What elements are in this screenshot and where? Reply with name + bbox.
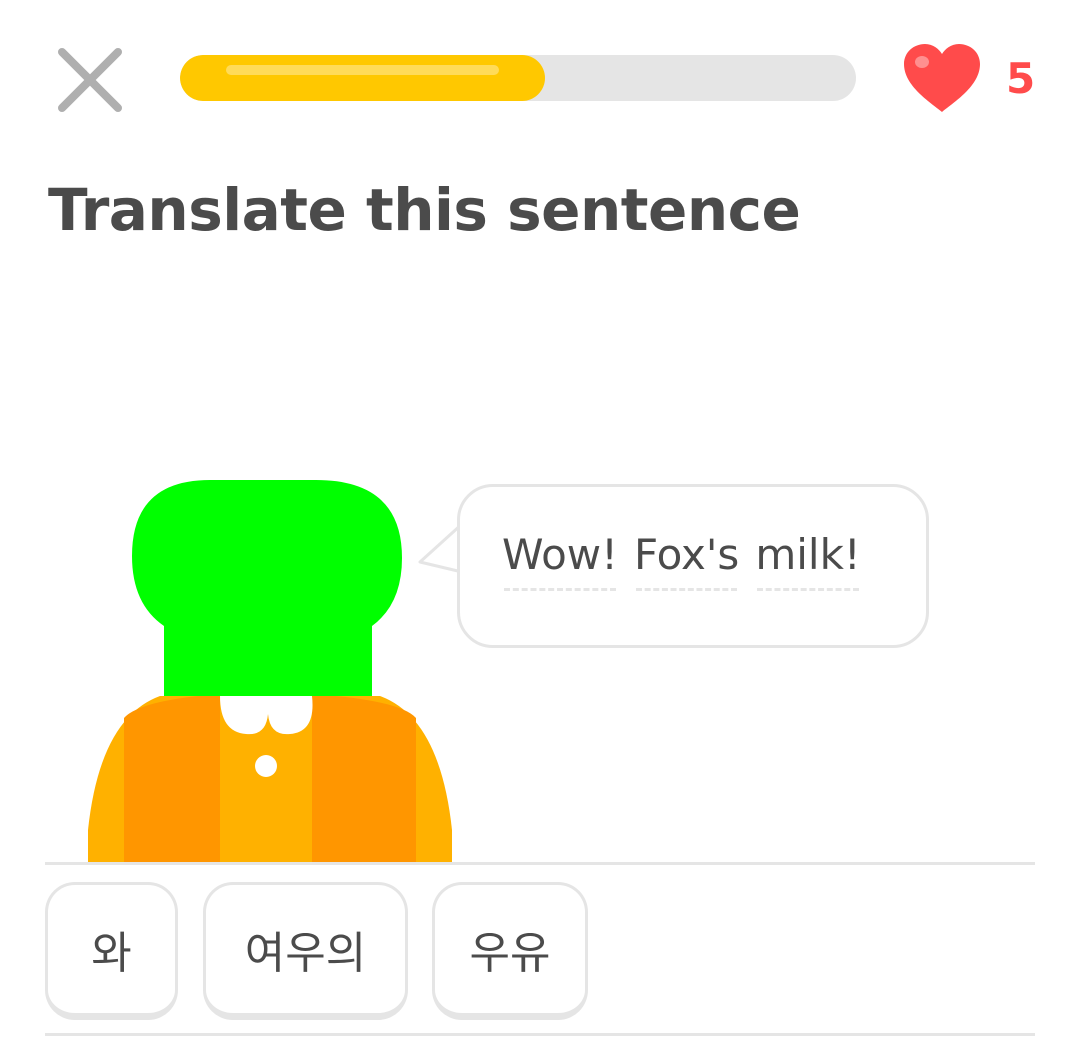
progress-shine: [226, 65, 500, 75]
hearts-count: 5: [1006, 53, 1036, 103]
sentence-to-translate: Wow! Fox's milk!: [502, 530, 861, 591]
word-tile[interactable]: 여우의: [203, 882, 408, 1020]
lesson-progress-bar: [180, 55, 856, 101]
answer-line: [45, 1033, 1035, 1036]
close-button[interactable]: [52, 42, 128, 118]
hearts-counter[interactable]: 5: [900, 40, 1035, 116]
word-tile[interactable]: 와: [45, 882, 178, 1020]
answer-line: [45, 862, 1035, 865]
close-icon: [58, 48, 122, 112]
hint-word-foxs[interactable]: Fox's: [634, 530, 739, 591]
word-tile[interactable]: 우유: [432, 882, 588, 1020]
page-title: Translate this sentence: [48, 176, 801, 244]
hint-word-milk[interactable]: milk!: [755, 530, 861, 591]
character-illustration: [88, 480, 452, 862]
progress-fill: [180, 55, 546, 101]
hint-word-wow[interactable]: Wow!: [502, 530, 618, 591]
heart-icon: [904, 44, 980, 112]
